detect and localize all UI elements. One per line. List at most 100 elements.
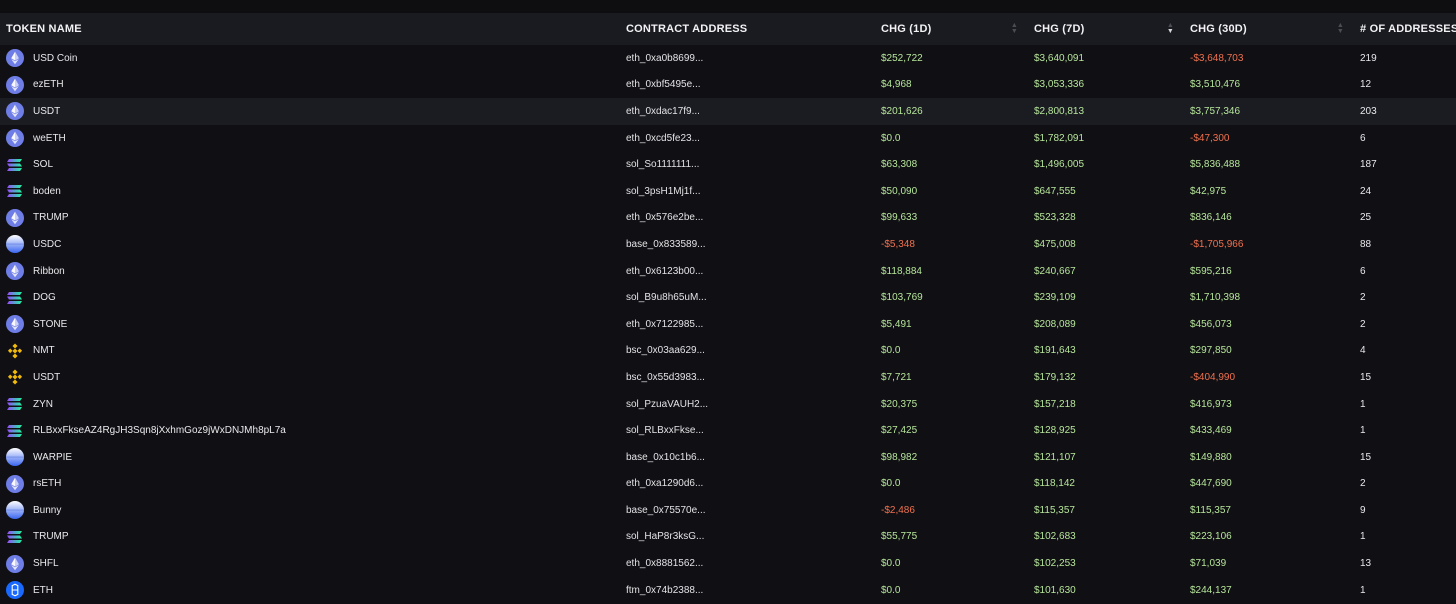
token-name[interactable]: RLBxxFkseAZ4RgJH3Sqn8jXxhmGoz9jWxDNJMh8p… xyxy=(33,425,286,436)
contract-address[interactable]: ftm_0x74b2388... xyxy=(620,577,875,604)
column-header-chg-1d[interactable]: CHG (1D) ▲ ▼ xyxy=(875,13,1028,45)
contract-address[interactable]: eth_0xa0b8699... xyxy=(620,45,875,72)
contract-address[interactable]: eth_0x7122985... xyxy=(620,311,875,338)
table-row[interactable]: Ribbon eth_0x6123b00... $118,884 $240,667 $5… xyxy=(0,258,1456,285)
table-row[interactable]: rsETH eth_0xa1290d6... $0.0 $118,142 $447,69… xyxy=(0,471,1456,498)
table-row[interactable]: DOG sol_B9u8h65uM... $103,769 $239,109 $1,71… xyxy=(0,284,1456,311)
table-row[interactable]: USDC base_0x833589... -$5,348 $475,008 -$1,7… xyxy=(0,231,1456,258)
table-row[interactable]: SOL sol_So1111111... $63,308 $1,496,005 $5,8… xyxy=(0,151,1456,178)
token-name[interactable]: USDC xyxy=(33,239,61,250)
token-name[interactable]: DOG xyxy=(33,292,56,303)
contract-address[interactable]: sol_PzuaVAUH2... xyxy=(620,391,875,418)
chg-30d-value: $223,106 xyxy=(1190,531,1232,543)
contract-address[interactable]: eth_0x576e2be... xyxy=(620,205,875,232)
contract-address[interactable]: base_0x833589... xyxy=(620,231,875,258)
chg-1d-value: $63,308 xyxy=(881,159,918,171)
token-name[interactable]: ezETH xyxy=(33,79,64,90)
table-row[interactable]: ZYN sol_PzuaVAUH2... $20,375 $157,218 $416,9… xyxy=(0,391,1456,418)
contract-address[interactable]: eth_0xa1290d6... xyxy=(620,471,875,498)
column-header-chg-7d[interactable]: CHG (7D) ▲ ▼ xyxy=(1028,13,1184,45)
table-row[interactable]: SHFL eth_0x8881562... $0.0 $102,253 $71,039 1… xyxy=(0,550,1456,577)
column-header-token-name[interactable]: TOKEN NAME xyxy=(0,13,620,45)
table-row[interactable]: weETH eth_0xcd5fe23... $0.0 $1,782,091 -$47,… xyxy=(0,125,1456,152)
contract-address[interactable]: sol_RLBxxFkse... xyxy=(620,417,875,444)
token-name-cell: USDC xyxy=(0,231,620,258)
contract-address[interactable]: base_0x75570e... xyxy=(620,497,875,524)
table-row[interactable]: STONE eth_0x7122985... $5,491 $208,089 $456,… xyxy=(0,311,1456,338)
contract-address[interactable]: base_0x10c1b6... xyxy=(620,444,875,471)
chg-7d-value: $101,630 xyxy=(1034,584,1076,596)
token-name-cell: USDT xyxy=(0,364,620,391)
token-flows-table: TOKEN NAME CONTRACT ADDRESS CHG (1D) ▲ ▼ … xyxy=(0,13,1456,603)
table-row[interactable]: USD Coin eth_0xa0b8699... $252,722 $3,640,0… xyxy=(0,45,1456,72)
chg-30d-value: $447,690 xyxy=(1190,478,1232,490)
table-row[interactable]: ETH ftm_0x74b2388... $0.0 $101,630 $244,137 1 xyxy=(0,577,1456,604)
contract-address[interactable]: eth_0xcd5fe23... xyxy=(620,125,875,152)
token-name[interactable]: Ribbon xyxy=(33,266,65,277)
token-name[interactable]: TRUMP xyxy=(33,531,69,542)
chg-30d-value: -$404,990 xyxy=(1190,371,1236,383)
contract-address[interactable]: bsc_0x55d3983... xyxy=(620,364,875,391)
token-name[interactable]: STONE xyxy=(33,319,67,330)
table-row[interactable]: boden sol_3psH1Mj1f... $50,090 $647,555 $42,… xyxy=(0,178,1456,205)
contract-address[interactable]: bsc_0x03aa629... xyxy=(620,338,875,365)
chg-1d-value: $0.0 xyxy=(881,345,901,357)
column-header-contract-address[interactable]: CONTRACT ADDRESS xyxy=(620,13,875,45)
chg-30d-value: -$47,300 xyxy=(1190,132,1230,144)
token-name[interactable]: SOL xyxy=(33,159,53,170)
token-name[interactable]: ETH xyxy=(33,585,53,596)
contract-address[interactable]: eth_0x6123b00... xyxy=(620,258,875,285)
table-row[interactable]: NMT bsc_0x03aa629... $0.0 $191,643 $297,850 4 xyxy=(0,338,1456,365)
chg-1d-value: $20,375 xyxy=(881,398,918,410)
sort-icon[interactable]: ▲ ▼ xyxy=(1337,22,1344,35)
token-name[interactable]: USD Coin xyxy=(33,53,77,64)
token-name[interactable]: weETH xyxy=(33,133,66,144)
chg-30d-value: $244,137 xyxy=(1190,584,1232,596)
chg-1d-value: $118,884 xyxy=(881,265,922,277)
sort-icon[interactable]: ▲ ▼ xyxy=(1167,22,1174,35)
chg-1d-value: $55,775 xyxy=(881,531,918,543)
chg-7d-value: $3,053,336 xyxy=(1034,79,1085,91)
chg-30d-value: $3,757,346 xyxy=(1190,105,1241,117)
num-addresses-value: 1 xyxy=(1360,398,1366,410)
contract-address[interactable]: eth_0xdac17f9... xyxy=(620,98,875,125)
column-header-num-addresses[interactable]: # OF ADDRESSES xyxy=(1354,13,1456,45)
contract-address[interactable]: sol_HaP8r3ksG... xyxy=(620,524,875,551)
chg-1d-value: $99,633 xyxy=(881,212,918,224)
num-addresses-value: 4 xyxy=(1360,345,1366,357)
contract-address[interactable]: sol_So1111111... xyxy=(620,151,875,178)
table-row[interactable]: RLBxxFkseAZ4RgJH3Sqn8jXxhmGoz9jWxDNJMh8p… xyxy=(0,417,1456,444)
table-row[interactable]: ezETH eth_0xbf5495e... $4,968 $3,053,336 $3,… xyxy=(0,72,1456,99)
contract-address[interactable]: sol_B9u8h65uM... xyxy=(620,284,875,311)
num-addresses-value: 9 xyxy=(1360,504,1366,516)
contract-address[interactable]: eth_0x8881562... xyxy=(620,550,875,577)
table-row[interactable]: WARPIE base_0x10c1b6... $98,982 $121,107 $14… xyxy=(0,444,1456,471)
table-row[interactable]: USDT eth_0xdac17f9... $201,626 $2,800,813 $3… xyxy=(0,98,1456,125)
contract-address[interactable]: sol_3psH1Mj1f... xyxy=(620,178,875,205)
solana-icon xyxy=(6,528,24,546)
num-addresses-value: 13 xyxy=(1360,558,1372,570)
token-name[interactable]: ZYN xyxy=(33,399,53,410)
token-name[interactable]: WARPIE xyxy=(33,452,72,463)
token-name[interactable]: USDT xyxy=(33,372,60,383)
table-row[interactable]: TRUMP sol_HaP8r3ksG... $55,775 $102,683 $223… xyxy=(0,524,1456,551)
table-row[interactable]: USDT bsc_0x55d3983... $7,721 $179,132 -$404,… xyxy=(0,364,1456,391)
token-name-cell: TRUMP xyxy=(0,524,620,551)
column-header-chg-30d[interactable]: CHG (30D) ▲ ▼ xyxy=(1184,13,1354,45)
solana-icon xyxy=(6,182,24,200)
token-name-cell: SHFL xyxy=(0,550,620,577)
chg-1d-value: -$2,486 xyxy=(881,504,915,516)
top-strip xyxy=(0,0,1456,13)
token-name[interactable]: TRUMP xyxy=(33,212,69,223)
table-row[interactable]: Bunny base_0x75570e... -$2,486 $115,357 $115… xyxy=(0,497,1456,524)
contract-address[interactable]: eth_0xbf5495e... xyxy=(620,72,875,99)
table-row[interactable]: TRUMP eth_0x576e2be... $99,633 $523,328 $836… xyxy=(0,205,1456,232)
token-name[interactable]: Bunny xyxy=(33,505,61,516)
token-name[interactable]: boden xyxy=(33,186,61,197)
ethereum-icon xyxy=(6,554,24,573)
token-name[interactable]: NMT xyxy=(33,345,55,356)
token-name[interactable]: USDT xyxy=(33,106,60,117)
token-name[interactable]: SHFL xyxy=(33,558,59,569)
sort-icon[interactable]: ▲ ▼ xyxy=(1011,22,1018,35)
token-name[interactable]: rsETH xyxy=(33,478,61,489)
